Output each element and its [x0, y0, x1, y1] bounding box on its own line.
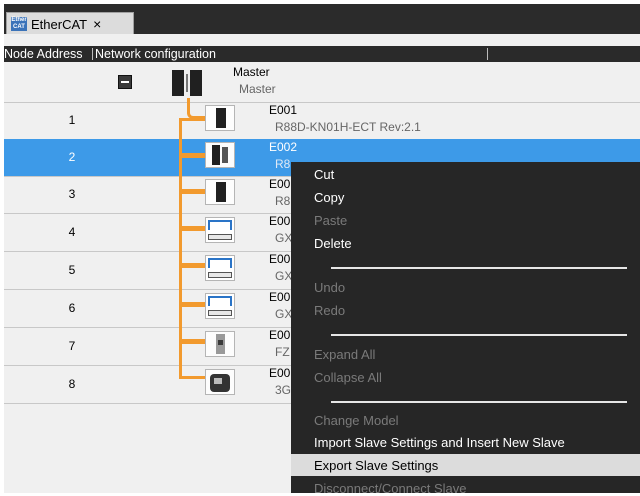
menu-item-export-slave-settings[interactable]: Export Slave Settings [314, 458, 438, 473]
connection-line [179, 191, 207, 229]
io-terminal-icon [205, 293, 235, 319]
device-name: E001 [269, 103, 298, 117]
column-node-address[interactable]: Node Address [4, 47, 83, 61]
inverter-icon [205, 369, 235, 395]
device-model: GX [275, 307, 293, 321]
node-address: 1 [68, 113, 76, 127]
connection-line [179, 155, 207, 192]
device-name: E00 [269, 328, 291, 342]
menu-separator [331, 401, 627, 403]
menu-item-cut[interactable]: Cut [314, 167, 334, 182]
menu-item-disconnect-connect-slave[interactable]: Disconnect/Connect Slave [314, 481, 466, 496]
device-model: GX [275, 231, 293, 245]
node-address: 5 [68, 263, 76, 277]
servo-drive-icon [205, 142, 235, 168]
menu-item-change-model[interactable]: Change Model [314, 413, 399, 428]
connection-line [179, 228, 207, 266]
device-name: E00 [269, 366, 291, 380]
device-name: E00 [269, 177, 291, 191]
column-header: Node Address Network configuration [4, 46, 640, 62]
master-row[interactable] [4, 62, 640, 103]
collapse-icon[interactable] [118, 75, 132, 89]
master-controller-icon [170, 68, 206, 98]
io-terminal-icon [205, 217, 235, 243]
connection-line [179, 341, 207, 379]
menu-item-expand-all[interactable]: Expand All [314, 347, 375, 362]
menu-separator [331, 267, 627, 269]
master-model: Master [239, 82, 276, 96]
device-name: E00 [269, 214, 291, 228]
tab-label: EtherCAT [31, 16, 88, 32]
ethercat-icon: Ether CAT [11, 17, 27, 31]
menu-item-undo[interactable]: Undo [314, 280, 345, 295]
device-model: R8 [275, 194, 291, 208]
connection-line [179, 118, 207, 156]
context-menu: Cut Copy Paste Delete Undo Redo Expand A… [291, 162, 640, 496]
menu-item-redo[interactable]: Redo [314, 303, 345, 318]
node-address: 8 [68, 377, 76, 391]
io-terminal-icon [205, 255, 235, 281]
servo-drive-icon [205, 105, 235, 131]
node-address: 3 [68, 187, 76, 201]
menu-item-delete[interactable]: Delete [314, 236, 352, 251]
menu-item-collapse-all[interactable]: Collapse All [314, 370, 382, 385]
menu-item-import-slave-settings[interactable]: Import Slave Settings and Insert New Sla… [314, 435, 565, 450]
master-name: Master [233, 65, 270, 79]
device-model: FZ [275, 345, 290, 359]
tab-ethercat[interactable]: Ether CAT EtherCAT × [6, 12, 134, 35]
node-address: 7 [68, 339, 76, 353]
node-address: 2 [68, 150, 76, 164]
device-model: GX [275, 269, 293, 283]
device-model: R8 [275, 157, 291, 171]
column-separator[interactable] [92, 48, 93, 60]
column-separator[interactable] [487, 48, 488, 60]
servo-drive-icon [205, 179, 235, 205]
menu-item-paste[interactable]: Paste [314, 213, 347, 228]
device-model: R88D-KN01H-ECT Rev:2.1 [275, 120, 421, 134]
menu-separator [331, 334, 627, 336]
node-address: 4 [68, 225, 76, 239]
connection-line [187, 98, 207, 119]
device-name: E00 [269, 252, 291, 266]
device-name: E002 [269, 140, 298, 154]
node-address: 6 [68, 301, 76, 315]
connection-line [179, 265, 207, 305]
vision-sensor-icon [205, 331, 235, 357]
menu-item-copy[interactable]: Copy [314, 190, 344, 205]
close-icon[interactable]: × [93, 16, 101, 32]
column-network-configuration[interactable]: Network configuration [95, 47, 216, 61]
device-name: E00 [269, 290, 291, 304]
connection-line [179, 304, 207, 342]
device-model: 3G [275, 383, 292, 397]
